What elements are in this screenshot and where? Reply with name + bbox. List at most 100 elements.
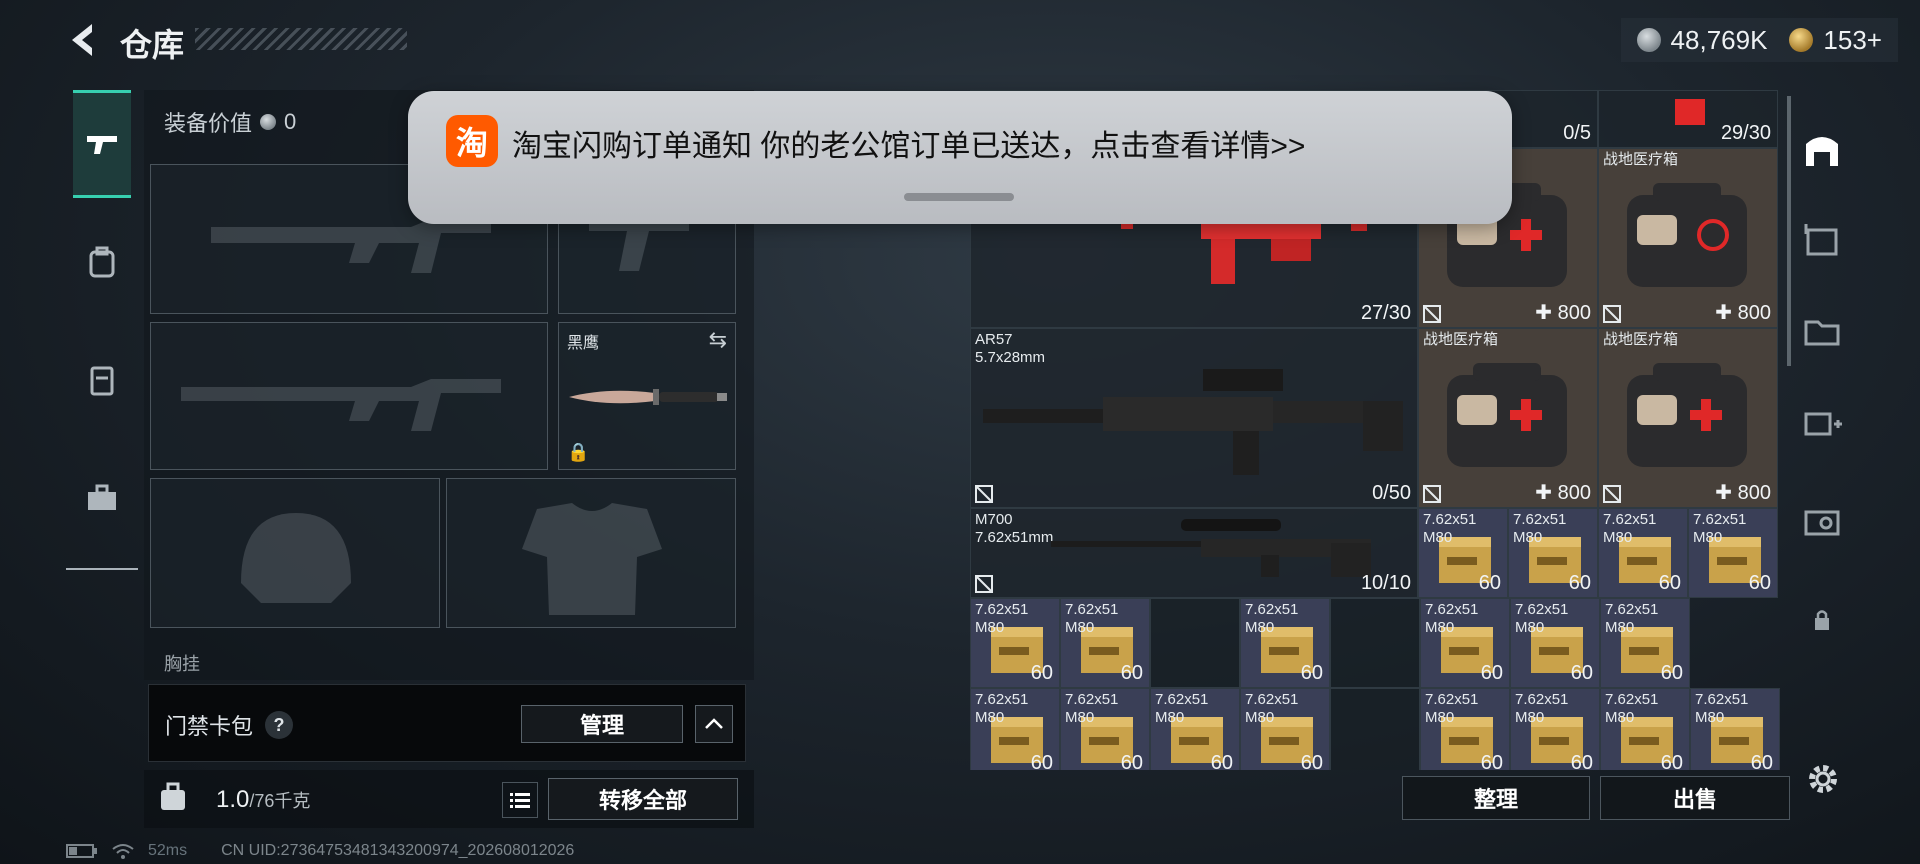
no-drop-icon bbox=[1603, 305, 1621, 323]
ammo-item[interactable]: 7.62x51 M80 60 bbox=[970, 598, 1060, 688]
grid-cell[interactable] bbox=[1330, 688, 1420, 770]
locked-tab[interactable] bbox=[1792, 590, 1852, 650]
add-folder-icon bbox=[1804, 412, 1842, 436]
grid-cell[interactable] bbox=[1150, 598, 1240, 688]
item-count: ✚ 800 bbox=[1535, 302, 1591, 324]
medkit-icon bbox=[1627, 363, 1747, 467]
ammo-item[interactable]: 7.62x51 M80 60 bbox=[1600, 688, 1690, 770]
weapon-name: M700 bbox=[975, 511, 1013, 528]
swap-icon[interactable]: ⇆ bbox=[709, 327, 727, 353]
ammo-item[interactable]: 7.62x51 M80 60 bbox=[1060, 598, 1150, 688]
ammo-item[interactable]: 7.62x51 M80 60 bbox=[1060, 688, 1150, 770]
battery-icon bbox=[66, 844, 97, 858]
medkit-item[interactable]: 战地医疗箱 ✚ 800 bbox=[1598, 148, 1778, 328]
folder-icon bbox=[1804, 320, 1840, 346]
help-icon[interactable]: ? bbox=[265, 711, 294, 739]
tab-vest[interactable] bbox=[73, 326, 131, 434]
item-count: 60 bbox=[1478, 572, 1501, 594]
medkit-item[interactable]: 战地医疗箱 ✚ 800 bbox=[1418, 328, 1598, 508]
wifi-icon bbox=[112, 844, 134, 859]
transfer-all-button[interactable]: 转移全部 bbox=[548, 778, 738, 820]
rifle-ar57-icon bbox=[983, 369, 1403, 475]
item-count: 60 bbox=[1658, 572, 1681, 594]
ammo-item[interactable]: 7.62x51 M80 60 bbox=[1598, 508, 1688, 598]
ammo-item[interactable]: 7.62x51 M80 60 bbox=[1420, 598, 1510, 688]
med-value: 800 bbox=[1557, 302, 1591, 324]
armor-slot[interactable] bbox=[446, 478, 736, 628]
item-name: 7.62x51 M80 bbox=[1425, 691, 1479, 726]
item-count: 60 bbox=[1300, 752, 1323, 770]
item-name: 7.62x51 M80 bbox=[1065, 691, 1119, 726]
item-count: 60 bbox=[1120, 662, 1143, 684]
item-name: 7.62x51 M80 bbox=[1065, 601, 1119, 636]
tab-storage-3[interactable] bbox=[1792, 210, 1852, 270]
item-name: 7.62x51 M80 bbox=[1515, 601, 1569, 636]
list-view-button[interactable] bbox=[502, 782, 538, 818]
item-name: 7.62x51 M80 bbox=[1605, 601, 1659, 636]
ammo-item[interactable]: 7.62x51 M80 60 bbox=[1690, 688, 1780, 770]
ammo-item[interactable]: 7.62x51 M80 60 bbox=[1510, 598, 1600, 688]
no-drop-icon bbox=[1423, 485, 1441, 503]
ammo-item[interactable]: 7.62x51 M80 60 bbox=[970, 688, 1060, 770]
ammo-item[interactable]: 7.62x51 M80 60 bbox=[1688, 508, 1778, 598]
armor-silhouette-icon bbox=[522, 503, 662, 615]
expand-button[interactable] bbox=[695, 705, 733, 743]
notification-handle[interactable] bbox=[904, 193, 1014, 201]
sort-button[interactable]: 整理 bbox=[1402, 776, 1590, 820]
keycard-bar: 门禁卡包 ? 管理 bbox=[148, 684, 746, 762]
tab-storage-add[interactable] bbox=[1792, 390, 1852, 450]
weight-current: 1.0 bbox=[216, 786, 250, 813]
manage-button[interactable]: 管理 bbox=[521, 705, 683, 743]
item-name: 7.62x51 M80 bbox=[1515, 691, 1569, 726]
tab-all-storage[interactable] bbox=[1792, 120, 1852, 180]
ammo-item[interactable]: 7.62x51 M80 60 bbox=[1150, 688, 1240, 770]
ammo-item[interactable]: 7.62x51 M80 60 bbox=[1418, 508, 1508, 598]
melee-slot[interactable]: 黑鹰 ⇆ 🔒 bbox=[558, 322, 736, 470]
no-drop-icon bbox=[975, 575, 993, 593]
briefcase-icon bbox=[88, 484, 116, 510]
ammo-item[interactable]: 7.62x51 M80 60 bbox=[1420, 688, 1510, 770]
medkit-item[interactable]: 战地医疗箱 ✚ 800 bbox=[1598, 328, 1778, 508]
tab-storage-4[interactable] bbox=[1792, 300, 1852, 360]
item-count: 60 bbox=[1568, 572, 1591, 594]
item-count: 0/50 bbox=[1372, 482, 1411, 504]
vest-icon bbox=[90, 366, 114, 396]
gear-icon[interactable] bbox=[1806, 762, 1840, 796]
item-count: ✚ 800 bbox=[1715, 482, 1771, 504]
item-count: 60 bbox=[1750, 752, 1773, 770]
tab-weapons[interactable] bbox=[73, 90, 131, 198]
back-arrow-icon[interactable] bbox=[64, 20, 100, 60]
notification-banner[interactable]: 淘 淘宝闪购订单通知 你的老公馆订单已送达，点击查看详情>> bbox=[408, 91, 1512, 224]
ammo-item[interactable]: 7.62x51 M80 60 bbox=[1240, 688, 1330, 770]
keycard-label: 门禁卡包 bbox=[165, 714, 254, 739]
ammo-item[interactable]: 7.62x51 M80 60 bbox=[1600, 598, 1690, 688]
equipment-value-label: 装备价值 bbox=[164, 111, 253, 136]
sell-button[interactable]: 出售 bbox=[1600, 776, 1790, 820]
secondary-weapon-slot[interactable] bbox=[150, 322, 548, 470]
item-name: 7.62x51 M80 bbox=[1693, 511, 1747, 546]
red-item-icon bbox=[1675, 99, 1705, 125]
tab-case[interactable] bbox=[73, 444, 131, 552]
weapon-item-m700[interactable]: M700 7.62x51mm 10/10 bbox=[970, 508, 1418, 598]
ammo-item[interactable]: 7.62x51 M80 60 bbox=[1508, 508, 1598, 598]
equipment-value-amount: 0 bbox=[284, 109, 297, 134]
tab-backpack[interactable] bbox=[73, 208, 131, 316]
item-name: 7.62x51 M80 bbox=[1513, 511, 1567, 546]
item-name: 战地医疗箱 bbox=[1603, 151, 1679, 168]
top-bar: 仓库 48,769K 153+ bbox=[0, 0, 1920, 80]
backpack-icon bbox=[89, 246, 115, 278]
rifle-silhouette-icon bbox=[181, 379, 501, 431]
helmet-slot[interactable] bbox=[150, 478, 440, 628]
tab-storage-5[interactable] bbox=[1792, 490, 1852, 550]
gold-balance[interactable]: 153+ bbox=[1823, 25, 1882, 56]
grid-cell[interactable] bbox=[1330, 598, 1420, 688]
grid-scrollbar[interactable] bbox=[1787, 96, 1791, 366]
grid-cell[interactable]: 29/30 bbox=[1598, 90, 1778, 148]
ammo-item[interactable]: 7.62x51 M80 60 bbox=[1510, 688, 1600, 770]
title-decoration bbox=[195, 28, 407, 50]
weapon-item-ar57[interactable]: AR57 5.7x28mm 0/50 bbox=[970, 328, 1418, 508]
item-name: 战地医疗箱 bbox=[1423, 331, 1499, 348]
item-count: 60 bbox=[1748, 572, 1771, 594]
keycard-section: 门禁卡包 ? bbox=[165, 709, 294, 741]
ammo-item[interactable]: 7.62x51 M80 60 bbox=[1240, 598, 1330, 688]
